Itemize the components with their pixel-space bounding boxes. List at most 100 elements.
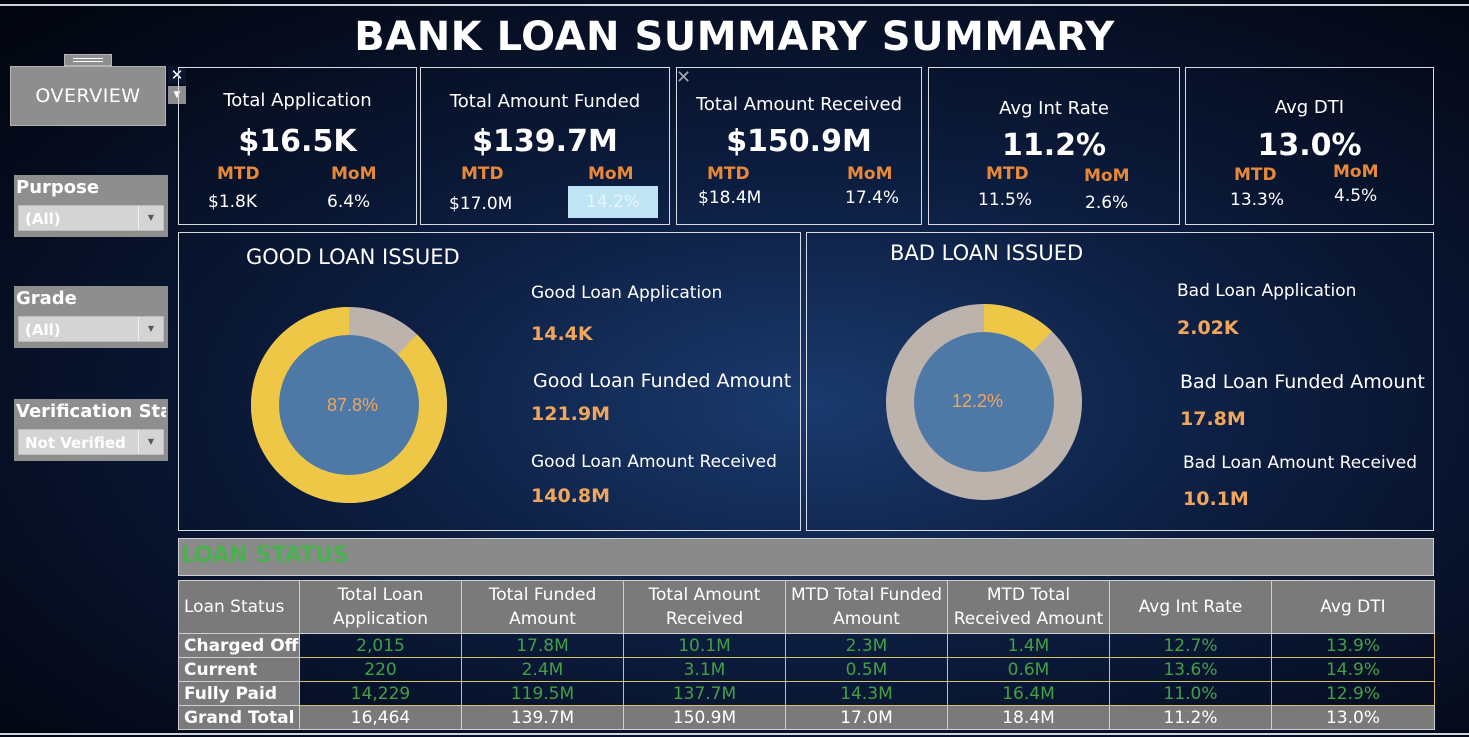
purpose-select[interactable]: (All) ▼ (18, 205, 164, 231)
nav-drag-handle[interactable] (64, 54, 112, 66)
table-cell: 11.0% (1109, 681, 1272, 706)
table-cell: 16,464 (299, 705, 462, 730)
kpi-mom-value-highlighted[interactable]: 14.2% (568, 186, 659, 218)
table-row[interactable]: Charged Off 2,015 17.8M 10.1M 2.3M 1.4M … (178, 633, 1435, 658)
table-cell: 16.4M (947, 681, 1110, 706)
table-cell: 13.0% (1271, 705, 1435, 730)
table-cell: 14,229 (299, 681, 462, 706)
good-loan-donut[interactable]: 87.8% (249, 305, 449, 505)
table-cell: 1.4M (947, 633, 1110, 658)
table-cell: 0.5M (785, 657, 948, 682)
kpi-mtd-label: MTD (986, 164, 1029, 184)
table-cell: 13.9% (1271, 633, 1435, 658)
table-cell: 17.0M (785, 705, 948, 730)
donut-percent-label: 12.2% (952, 391, 1003, 411)
table-cell: 12.7% (1109, 633, 1272, 658)
table-cell: 2.3M (785, 633, 948, 658)
bad-loan-application-value: 2.02K (1177, 317, 1239, 339)
grade-filter: Grade (All) ▼ (14, 286, 168, 348)
kpi-mtd-value: 11.5% (978, 190, 1033, 210)
column-header[interactable]: MTD Total Received Amount (947, 580, 1110, 634)
verification-select[interactable]: Not Verified ▼ (18, 429, 164, 455)
bad-loan-application-label: Bad Loan Application (1177, 281, 1357, 301)
loan-status-header-bar: LOAN STATUS (178, 538, 1434, 576)
kpi-mom-value: 6.4% (327, 192, 371, 212)
chevron-down-icon[interactable]: ▼ (138, 317, 163, 341)
good-loan-panel: GOOD LOAN ISSUED 87.8% Good Loan Applica… (178, 232, 801, 531)
kpi-title: Total Amount Received (695, 94, 903, 115)
kpi-title: Avg DTI (1274, 97, 1345, 118)
kpi-mtd-label: MTD (1234, 165, 1277, 185)
kpi-mom-label: MoM (588, 164, 634, 184)
column-header[interactable]: Total Funded Amount (461, 580, 624, 634)
table-cell: 2.4M (461, 657, 624, 682)
bad-loan-panel: BAD LOAN ISSUED 12.2% Bad Loan Applicati… (806, 232, 1434, 531)
kpi-mtd-value: $17.0M (449, 194, 513, 214)
kpi-mom-label: MoM (1333, 162, 1379, 182)
good-loan-received-label: Good Loan Amount Received (531, 452, 777, 472)
good-loan-funded-label: Good Loan Funded Amount (533, 370, 792, 392)
kpi-mtd-value: $18.4M (698, 188, 762, 208)
row-label: Fully Paid (178, 681, 300, 706)
bad-loan-received-label: Bad Loan Amount Received (1183, 453, 1417, 473)
kpi-title: Total Amount Funded (449, 91, 641, 112)
table-cell: 150.9M (623, 705, 786, 730)
kpi-value: 11.2% (1001, 128, 1107, 163)
kpi-total-amount-received: Total Amount Received $150.9M MTD MoM $1… (676, 67, 922, 225)
kpi-value: $139.7M (472, 124, 618, 159)
column-header[interactable]: Avg DTI (1271, 580, 1435, 634)
kpi-avg-dti: Avg DTI 13.0% MTD MoM 13.3% 4.5% (1185, 67, 1434, 225)
kpi-title: Avg Int Rate (999, 98, 1109, 119)
kpi-avg-int-rate: Avg Int Rate 11.2% MTD MoM 11.5% 2.6% (928, 67, 1180, 225)
grade-filter-label: Grade (16, 288, 77, 309)
kpi-mom-label: MoM (847, 164, 893, 184)
kpi-total-amount-funded: Total Amount Funded $139.7M MTD MoM $17.… (420, 67, 670, 225)
kpi-mom-value: 2.6% (1085, 193, 1129, 213)
column-header[interactable]: MTD Total Funded Amount (785, 580, 948, 634)
good-loan-application-value: 14.4K (531, 323, 593, 345)
row-label: Charged Off (178, 633, 300, 658)
table-cell: 14.3M (785, 681, 948, 706)
grade-select-value: (All) (25, 321, 61, 339)
kpi-mtd-value: 13.3% (1230, 190, 1285, 210)
kpi-mom-label: MoM (1084, 166, 1130, 186)
purpose-filter: Purpose (All) ▼ (14, 175, 168, 237)
top-border (0, 4, 1469, 6)
chevron-down-icon[interactable]: ▼ (138, 430, 163, 454)
column-header[interactable]: Total Amount Received (623, 580, 786, 634)
table-cell: 17.8M (461, 633, 624, 658)
table-total-row[interactable]: Grand Total 16,464 139.7M 150.9M 17.0M 1… (178, 705, 1435, 730)
table-cell: 18.4M (947, 705, 1110, 730)
kpi-mom-label: MoM (331, 164, 377, 184)
bad-loan-donut[interactable]: 12.2% (884, 302, 1084, 502)
chevron-down-icon[interactable]: ▼ (138, 206, 163, 230)
row-label: Grand Total (178, 705, 300, 730)
purpose-filter-label: Purpose (16, 177, 100, 198)
table-cell: 139.7M (461, 705, 624, 730)
column-header[interactable]: Loan Status (178, 580, 300, 634)
good-loan-application-label: Good Loan Application (531, 283, 723, 303)
purpose-select-value: (All) (25, 210, 61, 228)
grade-select[interactable]: (All) ▼ (18, 316, 164, 342)
table-cell: 13.6% (1109, 657, 1272, 682)
table-cell: 220 (299, 657, 462, 682)
table-row[interactable]: Fully Paid 14,229 119.5M 137.7M 14.3M 16… (178, 681, 1435, 706)
loan-status-title: LOAN STATUS (181, 543, 349, 568)
donut-percent-label: 87.8% (327, 395, 378, 415)
kpi-value: $150.9M (726, 124, 872, 159)
table-cell: 12.9% (1271, 681, 1435, 706)
column-header[interactable]: Avg Int Rate (1109, 580, 1272, 634)
page-title: BANK LOAN SUMMARY SUMMARY (354, 14, 1115, 60)
kpi-title: Total Application (223, 90, 372, 111)
table-row[interactable]: Current 220 2.4M 3.1M 0.5M 0.6M 13.6% 14… (178, 657, 1435, 682)
overview-button[interactable]: OVERVIEW (10, 66, 166, 126)
table-cell: 14.9% (1271, 657, 1435, 682)
column-header[interactable]: Total Loan Application (299, 580, 462, 634)
good-loan-title: GOOD LOAN ISSUED (246, 245, 460, 269)
kpi-mom-value: 17.4% (845, 188, 900, 208)
kpi-mom-value: 4.5% (1334, 186, 1378, 206)
table-cell: 3.1M (623, 657, 786, 682)
good-loan-funded-value: 121.9M (531, 403, 611, 425)
row-label: Current (178, 657, 300, 682)
kpi-mtd-label: MTD (217, 164, 260, 184)
